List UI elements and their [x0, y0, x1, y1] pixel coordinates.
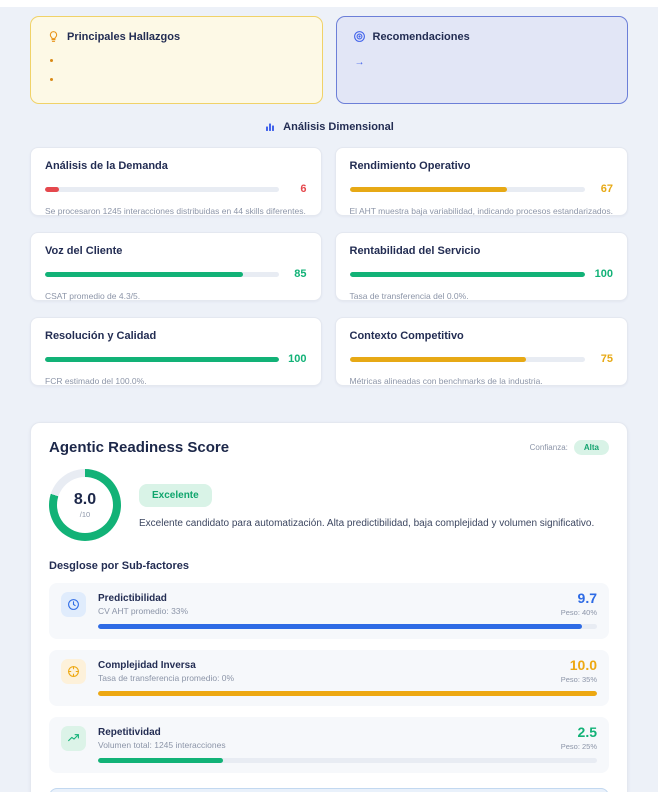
agentic-readiness-card: Agentic Readiness Score Confianza: Alta … [30, 422, 628, 792]
progress-track [350, 357, 586, 362]
dimension-grid: Análisis de la Demanda 6 Se procesaron 1… [30, 147, 628, 386]
confidence-label: Confianza: [530, 443, 568, 452]
recommendations-title: Recomendaciones [373, 31, 470, 43]
lightbulb-icon [47, 30, 60, 43]
dimension-description: Tasa de transferencia del 0.0%. [350, 291, 614, 301]
subfactor-fill [98, 624, 582, 629]
subfactor-detail: Tasa de transferencia promedio: 0% [98, 673, 561, 683]
trend-up-icon [61, 726, 86, 751]
subfactor-score: 9.7 [561, 591, 597, 605]
subfactor-complejidad: Complejidad Inversa Tasa de transferenci… [49, 650, 609, 706]
findings-card: Principales Hallazgos [30, 16, 323, 104]
subfactor-detail: CV AHT promedio: 33% [98, 606, 561, 616]
readiness-gauge: 8.0 /10 [49, 469, 121, 541]
ars-description: Excelente candidato para automatización.… [139, 518, 594, 529]
subfactor-track [98, 624, 597, 629]
section-title: Análisis Dimensional [283, 121, 394, 133]
subfactor-repetitividad: Repetitividad Volumen total: 1245 intera… [49, 717, 609, 773]
dimension-description: Métricas alineadas con benchmarks de la … [350, 376, 614, 386]
subfactor-name: Repetitividad [98, 727, 561, 738]
dimension-card-demanda: Análisis de la Demanda 6 Se procesaron 1… [30, 147, 322, 216]
subfactor-predictibilidad: Predictibilidad CV AHT promedio: 33% 9.7… [49, 583, 609, 639]
findings-title: Principales Hallazgos [67, 31, 180, 43]
progress-fill [45, 187, 59, 192]
dimension-title: Rendimiento Operativo [350, 160, 614, 172]
dimension-score: 100 [287, 353, 307, 365]
dimension-description: Se procesaron 1245 interacciones distrib… [45, 206, 307, 216]
gauge-icon [61, 659, 86, 684]
subfactor-score: 10.0 [561, 658, 597, 672]
dimension-score: 85 [287, 268, 307, 280]
finding-bullet [50, 78, 53, 81]
dimension-description: CSAT promedio de 4.3/5. [45, 291, 307, 301]
recommendation-item: → [355, 57, 612, 68]
finding-bullet [50, 59, 53, 62]
progress-track [45, 357, 279, 362]
subfactor-weight: Peso: 35% [561, 675, 597, 684]
progress-track [45, 187, 279, 192]
dimension-score: 100 [593, 268, 613, 280]
progress-fill [350, 272, 586, 277]
recommendations-card: Recomendaciones → [336, 16, 629, 104]
bar-chart-icon [264, 121, 276, 133]
dimension-score: 67 [593, 183, 613, 195]
dimension-title: Análisis de la Demanda [45, 160, 307, 172]
dimension-description: El AHT muestra baja variabilidad, indica… [350, 206, 614, 216]
dimension-title: Rentabilidad del Servicio [350, 245, 614, 257]
progress-fill [45, 272, 243, 277]
progress-fill [45, 357, 279, 362]
dimension-score: 75 [593, 353, 613, 365]
subfactor-weight: Peso: 25% [561, 742, 597, 751]
dimension-card-resolucion: Resolución y Calidad 100 FCR estimado de… [30, 317, 322, 386]
ars-title: Agentic Readiness Score [49, 439, 229, 456]
rating-badge: Excelente [139, 484, 212, 507]
subfactor-fill [98, 691, 597, 696]
progress-fill [350, 357, 527, 362]
summary-cards: Principales Hallazgos Recomendaciones → [30, 16, 628, 104]
dimension-description: FCR estimado del 100.0%. [45, 376, 307, 386]
dimension-card-contexto: Contexto Competitivo 75 Métricas alinead… [335, 317, 629, 386]
progress-track [350, 187, 586, 192]
breakdown-title: Desglose por Sub-factores [49, 560, 609, 572]
subfactor-weight: Peso: 40% [561, 608, 597, 617]
note-box: Nota: El Agentic Readiness Score evalúa … [49, 788, 609, 792]
dimension-card-rentabilidad: Rentabilidad del Servicio 100 Tasa de tr… [335, 232, 629, 301]
top-strip [0, 0, 658, 7]
gauge-denominator: /10 [80, 510, 90, 519]
subfactor-track [98, 758, 597, 763]
gauge-score: 8.0 [74, 492, 96, 508]
confidence-badge: Alta [574, 440, 609, 455]
progress-track [350, 272, 586, 277]
progress-track [45, 272, 279, 277]
subfactor-score: 2.5 [561, 725, 597, 739]
target-icon [353, 30, 366, 43]
subfactor-name: Predictibilidad [98, 593, 561, 604]
subfactor-detail: Volumen total: 1245 interacciones [98, 740, 561, 750]
dimension-card-rendimiento: Rendimiento Operativo 67 El AHT muestra … [335, 147, 629, 216]
dimension-title: Contexto Competitivo [350, 330, 614, 342]
section-header: Análisis Dimensional [0, 121, 658, 133]
progress-fill [350, 187, 508, 192]
dimension-score: 6 [287, 183, 307, 195]
subfactor-track [98, 691, 597, 696]
clock-icon [61, 592, 86, 617]
dimension-card-voz-cliente: Voz del Cliente 85 CSAT promedio de 4.3/… [30, 232, 322, 301]
dimension-title: Resolución y Calidad [45, 330, 307, 342]
subfactor-name: Complejidad Inversa [98, 660, 561, 671]
subfactor-fill [98, 758, 223, 763]
dimension-title: Voz del Cliente [45, 245, 307, 257]
